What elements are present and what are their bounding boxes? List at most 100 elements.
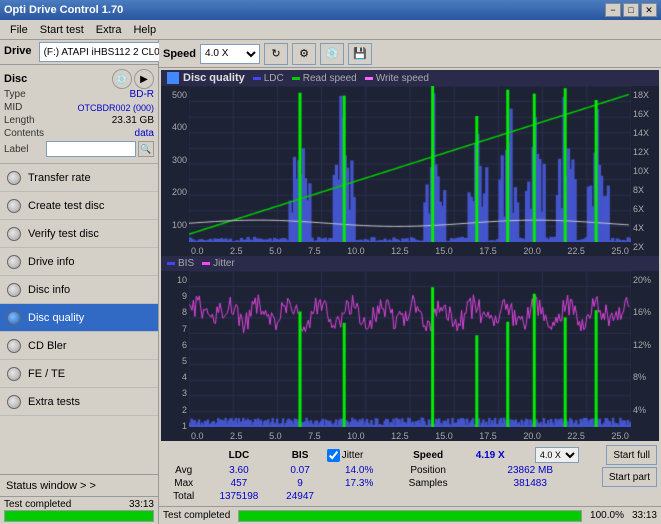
- legend-ldc: LDC: [253, 73, 284, 84]
- stats-avg-jitter: 14.0%: [327, 465, 392, 476]
- window-controls: − □ ✕: [605, 3, 657, 17]
- lower-chart-header: BIS Jitter: [161, 256, 659, 271]
- dq-header-icon: [167, 72, 179, 84]
- drive-info-icon: [6, 254, 22, 270]
- bottom-progress-fill: [239, 511, 581, 521]
- maximize-button[interactable]: □: [623, 3, 639, 17]
- speed-label: Speed: [163, 48, 196, 60]
- stats-table: LDC BIS Jitter Speed 4.19 X: [163, 445, 598, 504]
- lower-y-right: 20% 16% 12% 8% 4%: [631, 271, 659, 441]
- disc-quality-icon: [6, 310, 22, 326]
- minimize-button[interactable]: −: [605, 3, 621, 17]
- legend-write-dot: [365, 77, 373, 80]
- menu-extra[interactable]: Extra: [90, 22, 128, 38]
- status-window-nav[interactable]: Status window > >: [0, 475, 158, 497]
- sidebar-item-drive-info[interactable]: Drive info: [0, 248, 158, 276]
- cd-bler-icon: [6, 338, 22, 354]
- jitter-checkbox[interactable]: [327, 449, 340, 462]
- stats-area: LDC BIS Jitter Speed 4.19 X: [159, 443, 661, 506]
- legend-bis: BIS: [167, 258, 194, 269]
- lower-chart-canvas: [189, 271, 631, 427]
- save-button[interactable]: 💾: [348, 43, 372, 65]
- disc-type-label: Type: [4, 89, 26, 100]
- sidebar-item-extra-tests[interactable]: Extra tests: [0, 388, 158, 416]
- disc-label-button[interactable]: 🔍: [138, 141, 154, 157]
- stats-max-ldc: 457: [204, 478, 273, 489]
- upper-x-labels: 0.02.55.07.510.012.515.017.520.022.525.0: [189, 246, 631, 256]
- legend-read-dot: [292, 77, 300, 80]
- sidebar-item-verify-test-disc[interactable]: Verify test disc: [0, 220, 158, 248]
- drive-section: Drive (F:) ATAPI iHBS112 2 CL0K ⏏: [0, 40, 158, 65]
- stats-max-jitter: 17.3%: [327, 478, 392, 489]
- legend-jitter-label: Jitter: [213, 258, 235, 269]
- title-bar: Opti Drive Control 1.70 − □ ✕: [0, 0, 661, 20]
- stats-max-row: Max 457 9 17.3% Samples 381483: [165, 478, 596, 489]
- menu-bar: File Start test Extra Help: [0, 20, 661, 40]
- refresh-button[interactable]: ↻: [264, 43, 288, 65]
- disc-quality-title: Disc quality: [183, 72, 245, 84]
- app-title: Opti Drive Control 1.70: [4, 4, 123, 16]
- legend-bis-label: BIS: [178, 258, 194, 269]
- sidebar-item-create-test-disc[interactable]: Create test disc: [0, 192, 158, 220]
- upper-y-left: 500 400 300 200 100: [161, 86, 189, 256]
- disc-label-input[interactable]: [46, 141, 136, 157]
- menu-help[interactable]: Help: [127, 22, 162, 38]
- start-full-button[interactable]: Start full: [606, 445, 657, 465]
- sidebar-item-disc-info[interactable]: Disc info: [0, 276, 158, 304]
- create-test-disc-icon: [6, 198, 22, 214]
- menu-start-test[interactable]: Start test: [34, 22, 90, 38]
- progress-bar-fill: [5, 511, 153, 521]
- disc-section-title: Disc: [4, 73, 27, 85]
- disc-button[interactable]: 💿: [320, 43, 344, 65]
- legend-jitter: Jitter: [202, 258, 235, 269]
- disc-label-label: Label: [4, 144, 28, 155]
- disc-mid-row: MID OTCBDR002 (000): [4, 102, 154, 113]
- disc-length-row: Length 23.31 GB: [4, 115, 154, 126]
- status-text: Test completed: [4, 499, 71, 510]
- stats-col-speed-label: Speed: [394, 447, 463, 463]
- stats-header-row: LDC BIS Jitter Speed 4.19 X: [165, 447, 596, 463]
- lower-chart-area: 10 9 8 7 6 5 4 3 2 1 0.02.5: [161, 271, 659, 441]
- menu-file[interactable]: File: [4, 22, 34, 38]
- top-bar: Speed 4.0 X ↻ ⚙ 💿 💾: [159, 40, 661, 68]
- upper-chart-area: 500 400 300 200 100 0.02.55.07.510.012.5…: [161, 86, 659, 256]
- stats-samples-label: Samples: [394, 478, 463, 489]
- stats-avg-bis: 0.07: [275, 465, 324, 476]
- disc-section: Disc 💿 ▶ Type BD-R MID OTCBDR002 (000) L…: [0, 65, 158, 164]
- settings-button[interactable]: ⚙: [292, 43, 316, 65]
- disc-length-value: 23.31 GB: [112, 115, 154, 126]
- stats-col-bis: BIS: [275, 447, 324, 463]
- fe-te-icon: [6, 366, 22, 382]
- lower-x-labels: 0.02.55.07.510.012.515.017.520.022.525.0: [189, 431, 631, 441]
- lower-y-left: 10 9 8 7 6 5 4 3 2 1: [161, 271, 189, 441]
- legend-read-label: Read speed: [303, 73, 357, 84]
- start-part-button[interactable]: Start part: [602, 467, 657, 487]
- progress-bar: [4, 510, 154, 522]
- disc-icon2: ▶: [134, 69, 154, 89]
- sidebar-item-transfer-rate[interactable]: Transfer rate: [0, 164, 158, 192]
- extra-tests-icon: [6, 394, 22, 410]
- lower-canvas-container: 0.02.55.07.510.012.515.017.520.022.525.0: [189, 271, 631, 441]
- sidebar-item-fe-te[interactable]: FE / TE: [0, 360, 158, 388]
- status-time: 33:13: [129, 499, 154, 510]
- disc-type-value: BD-R: [130, 89, 154, 100]
- close-button[interactable]: ✕: [641, 3, 657, 17]
- stats-speed-select[interactable]: 4.0 X: [535, 447, 579, 463]
- stats-samples-val: 381483: [465, 478, 596, 489]
- stats-total-ldc: 1375198: [204, 491, 273, 502]
- verify-test-disc-icon: [6, 226, 22, 242]
- speed-select[interactable]: 4.0 X: [200, 44, 260, 64]
- sidebar-item-cd-bler[interactable]: CD Bler: [0, 332, 158, 360]
- disc-mid-value: OTCBDR002 (000): [77, 103, 154, 113]
- stats-avg-ldc: 3.60: [204, 465, 273, 476]
- stats-total-label: Total: [165, 491, 202, 502]
- bottom-time: 33:13: [632, 510, 657, 521]
- sidebar-item-disc-quality[interactable]: Disc quality: [0, 304, 158, 332]
- disc-contents-row: Contents data: [4, 128, 154, 139]
- stats-total-row: Total 1375198 24947: [165, 491, 596, 502]
- upper-y-right: 18X 16X 14X 12X 10X 8X 6X 4X 2X: [631, 86, 659, 256]
- bottom-progress-pct: 100.0%: [590, 510, 624, 521]
- disc-quality-header: Disc quality LDC Read speed Write speed: [161, 70, 659, 86]
- transfer-rate-icon: [6, 170, 22, 186]
- stats-buttons: Start full Start part: [602, 445, 657, 487]
